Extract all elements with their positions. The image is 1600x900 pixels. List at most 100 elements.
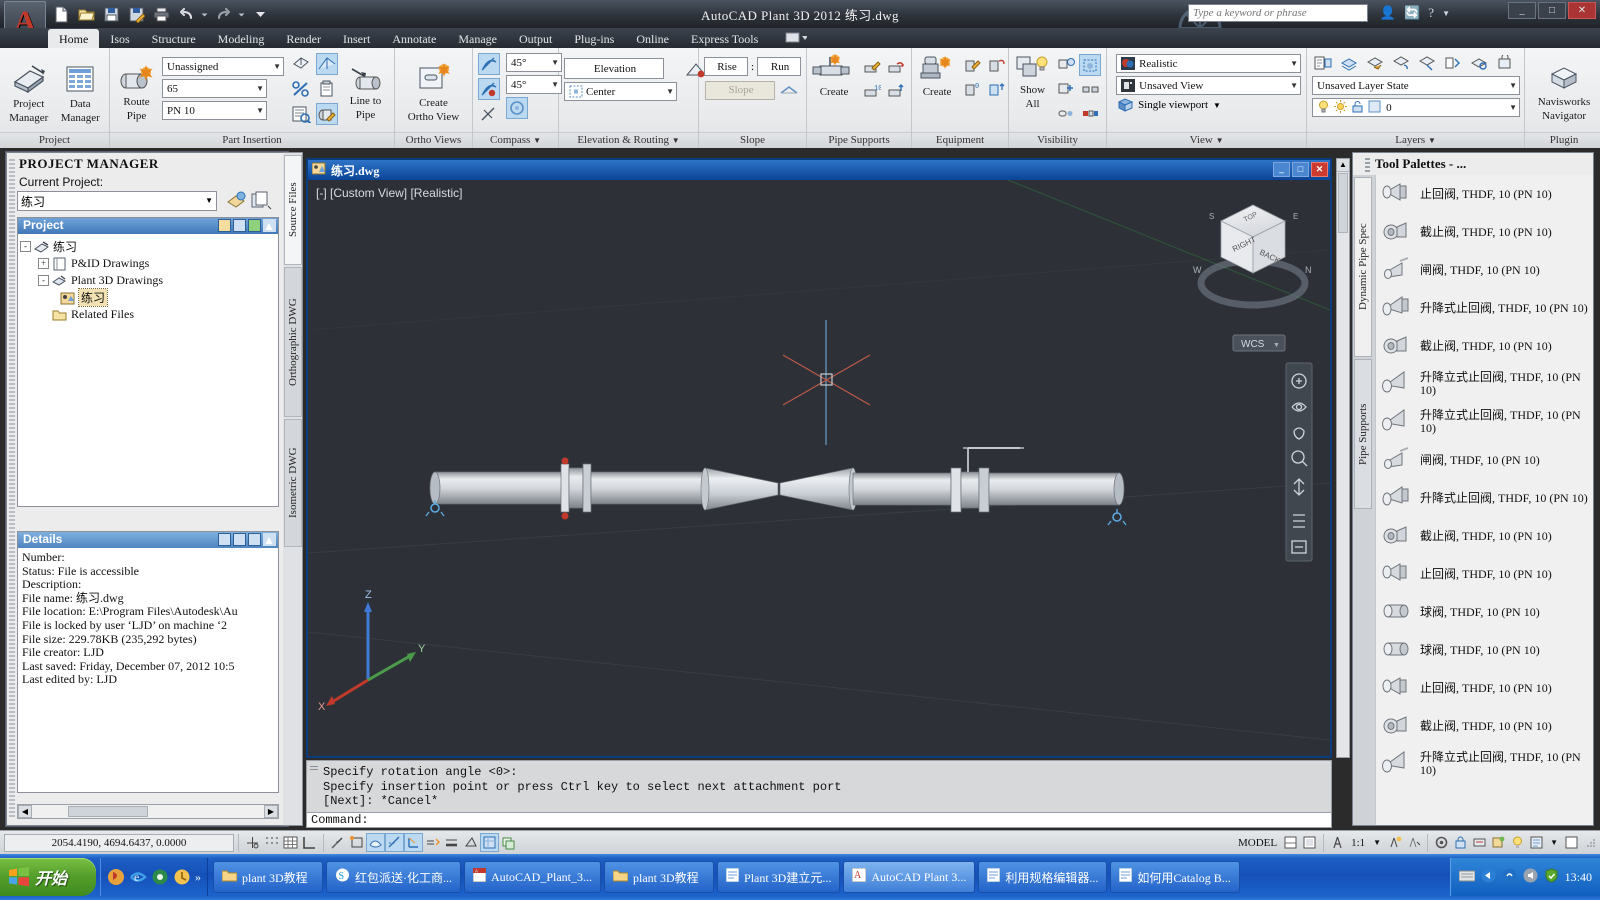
- scrollbar-thumb[interactable]: [68, 806, 148, 817]
- convert-equipment-button[interactable]: [985, 54, 1007, 76]
- layer-unlock-icon[interactable]: [1351, 100, 1364, 116]
- rise-field[interactable]: Rise: [704, 57, 748, 76]
- elevation-combo[interactable]: Elevation: [564, 58, 664, 79]
- tree-toggle[interactable]: -: [38, 275, 49, 286]
- tab-express-tools[interactable]: Express Tools: [680, 29, 769, 48]
- selection-cycling-button[interactable]: [499, 833, 518, 852]
- drawing-minimize-button[interactable]: _: [1273, 162, 1290, 177]
- taskbar-clock[interactable]: 13:40: [1565, 870, 1592, 885]
- drawing-maximize-button[interactable]: □: [1292, 162, 1309, 177]
- volume-icon[interactable]: [1523, 868, 1538, 887]
- palette-item[interactable]: 升降式止回阀, THDF, 10 (PN 10): [1376, 479, 1593, 517]
- palette-tab-pipe-supports[interactable]: Pipe Supports: [1354, 359, 1372, 509]
- task-item[interactable]: plant 3D教程: [213, 861, 323, 893]
- connection-display-button[interactable]: [1079, 102, 1101, 124]
- palette-item[interactable]: 止回阀, THDF, 10 (PN 10): [1376, 555, 1593, 593]
- transparency-button[interactable]: [1055, 102, 1077, 124]
- help-dropdown-icon[interactable]: ▼: [1442, 9, 1450, 18]
- spec-browser-button[interactable]: [290, 103, 312, 125]
- help-icon[interactable]: ?: [1428, 5, 1434, 21]
- layout-model-button[interactable]: [1281, 833, 1300, 852]
- isolate-objects-status-button[interactable]: [1489, 833, 1508, 852]
- snap-mode-button[interactable]: [262, 833, 281, 852]
- start-button[interactable]: 开始: [0, 858, 96, 896]
- replace-support-button[interactable]: [884, 56, 906, 78]
- view-preset-combo[interactable]: Unsaved View ▼: [1116, 76, 1302, 95]
- shield-icon[interactable]: [1544, 867, 1559, 887]
- edit-equipment-button[interactable]: [961, 54, 983, 76]
- layer-freeze-button[interactable]: [1442, 52, 1464, 74]
- tab-structure[interactable]: Structure: [141, 29, 207, 48]
- model-space-button[interactable]: MODEL: [1234, 837, 1281, 849]
- layer-match-button[interactable]: [1338, 52, 1360, 74]
- command-grip[interactable]: [310, 766, 318, 772]
- equipment-info-button[interactable]: 0: [961, 78, 983, 100]
- show-all-button[interactable]: Show All: [1014, 52, 1051, 110]
- dynamic-input-button[interactable]: [423, 833, 442, 852]
- tree-node-plant3d-drawings[interactable]: - Plant 3D Drawings: [20, 272, 276, 289]
- palette-tab-dynamic-pipe-spec[interactable]: Dynamic Pipe Spec: [1354, 177, 1372, 357]
- tab-home[interactable]: Home: [48, 29, 100, 48]
- visual-style-combo[interactable]: Realistic ▼: [1116, 54, 1302, 73]
- allow-ucs-button[interactable]: [404, 833, 423, 852]
- tab-render[interactable]: Render: [275, 29, 332, 48]
- tree-toggle[interactable]: -: [20, 241, 31, 252]
- layout-paper-button[interactable]: [1300, 833, 1319, 852]
- edit-support-button[interactable]: [860, 56, 882, 78]
- tree-node-related-files[interactable]: Related Files: [20, 306, 276, 323]
- task-item[interactable]: Plant 3D建立元...: [717, 861, 841, 893]
- palette-item[interactable]: 截止阀, THDF, 10 (PN 10): [1376, 517, 1593, 555]
- layer-on-icon[interactable]: [1317, 100, 1330, 116]
- ortho-mode-button[interactable]: [300, 833, 319, 852]
- details-preview-icon[interactable]: [233, 533, 246, 546]
- tab-annotate[interactable]: Annotate: [381, 29, 447, 48]
- palette-item[interactable]: 升降立式止回阀, THDF, 10 (PN 10): [1376, 403, 1593, 441]
- paste-part-button[interactable]: [316, 78, 338, 100]
- palette-item[interactable]: 升降立式止回阀, THDF, 10 (PN 10): [1376, 365, 1593, 403]
- palette-item[interactable]: 截止阀, THDF, 10 (PN 10): [1376, 327, 1593, 365]
- chevron-down-icon[interactable]: ▼: [1546, 838, 1562, 847]
- palette-item[interactable]: 止回阀, THDF, 10 (PN 10): [1376, 175, 1593, 213]
- layer-off-button[interactable]: [1468, 52, 1490, 74]
- drawing-canvas[interactable]: [-] [Custom View] [Realistic] RIGHT BACK…: [308, 180, 1330, 756]
- routing-center-combo[interactable]: Center ▼: [564, 82, 677, 101]
- navisworks-navigator-button[interactable]: Navisworks Navigator: [1530, 62, 1598, 122]
- tab-manage[interactable]: Manage: [447, 29, 508, 48]
- palette-item[interactable]: 闸阀, THDF, 10 (PN 10): [1376, 251, 1593, 289]
- internet-explorer-icon[interactable]: e: [129, 868, 147, 886]
- copy-project-button[interactable]: [250, 190, 272, 212]
- browser-icon[interactable]: [151, 868, 169, 886]
- support-up-button[interactable]: [884, 80, 906, 102]
- details-list-icon[interactable]: [218, 533, 231, 546]
- xray-button[interactable]: [1079, 54, 1102, 76]
- compass-toggle-button[interactable]: [506, 97, 528, 119]
- update-icon[interactable]: [173, 868, 191, 886]
- tree-node-project-root[interactable]: - 练习: [20, 238, 276, 255]
- support-info-button[interactable]: 10: [860, 80, 882, 102]
- minimize-button[interactable]: _: [1508, 2, 1536, 19]
- hide-objects-button[interactable]: [1055, 78, 1077, 100]
- tab-output[interactable]: Output: [508, 29, 563, 48]
- palette-item[interactable]: 截止阀, THDF, 10 (PN 10): [1376, 707, 1593, 745]
- status-menu-button[interactable]: [1527, 833, 1546, 852]
- exchange-icon[interactable]: 🔄: [1404, 5, 1420, 21]
- signin-icon[interactable]: 👤: [1380, 5, 1396, 21]
- tab-plugins[interactable]: Plug-ins: [563, 29, 625, 48]
- create-pipe-support-button[interactable]: Create: [812, 52, 856, 98]
- close-button[interactable]: ✕: [1568, 2, 1596, 19]
- layer-color-swatch[interactable]: [1368, 100, 1381, 116]
- side-tab-source-files[interactable]: Source Files: [284, 155, 302, 265]
- scroll-up-icon[interactable]: ▲: [1337, 159, 1349, 172]
- create-ortho-view-button[interactable]: Create Ortho View: [400, 61, 467, 123]
- line-to-pipe-button[interactable]: Line to Pipe: [342, 63, 389, 121]
- scrollbar-thumb[interactable]: [1338, 173, 1348, 233]
- task-item[interactable]: 利用规格编辑器...: [978, 861, 1108, 893]
- clean-screen-button[interactable]: [1562, 833, 1581, 852]
- slope-pick-button[interactable]: [778, 79, 800, 101]
- assign-spec-button[interactable]: [290, 53, 312, 75]
- project-manager-button[interactable]: Project Manager: [5, 60, 53, 124]
- polar-tracking-button[interactable]: [328, 833, 347, 852]
- drawing-close-button[interactable]: ✕: [1311, 162, 1328, 177]
- chevron-right-icon[interactable]: »: [195, 870, 201, 885]
- auto-scale-button[interactable]: [1404, 833, 1423, 852]
